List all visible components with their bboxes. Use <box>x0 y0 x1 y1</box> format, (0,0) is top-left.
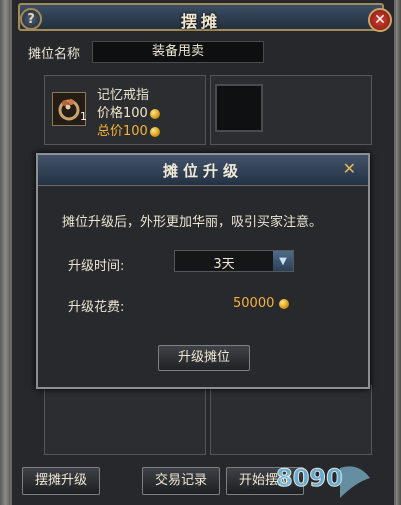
upgrade-cost: 50000 <box>233 296 290 311</box>
stall-name-field[interactable]: 装备甩卖 <box>92 41 264 63</box>
item-count: 1 <box>80 110 87 123</box>
trade-log-button[interactable]: 交易记录 <box>142 467 220 495</box>
item-slot-4[interactable] <box>210 385 372 455</box>
dialog-description: 摊位升级后，外形更加华丽，吸引买家注意。 <box>62 215 323 230</box>
title-bar: 摆摊 <box>18 3 384 31</box>
coin-icon <box>149 126 160 137</box>
upgrade-time-value: 3天 <box>213 257 235 272</box>
item-name: 记忆戒指 <box>97 88 150 103</box>
chevron-down-icon[interactable]: ▼ <box>273 251 293 271</box>
site-watermark-logo: 8090 <box>270 456 390 500</box>
dialog-title-bar: 摊位升级 ✕ <box>38 155 368 186</box>
item-price: 价格100 <box>97 102 160 121</box>
close-button[interactable]: ✕ <box>368 8 392 32</box>
item-total-price: 总价100 <box>97 120 160 139</box>
stall-upgrade-dialog: 摊位升级 ✕ 摊位升级后，外形更加华丽，吸引买家注意。 升级时间: 3天 ▼ 升… <box>36 153 370 389</box>
upgrade-cost-label: 升级花费: <box>68 300 125 315</box>
upgrade-stall-button[interactable]: 升级摊位 <box>158 345 250 371</box>
coin-icon <box>149 108 160 119</box>
upgrade-time-label: 升级时间: <box>68 259 125 274</box>
coin-icon <box>279 298 290 309</box>
stall-name-label: 摊位名称 <box>28 47 81 62</box>
help-button[interactable]: ? <box>20 8 42 30</box>
empty-slot-box[interactable] <box>215 84 263 132</box>
dialog-title: 摊位升级 <box>162 162 243 180</box>
stall-upgrade-button[interactable]: 摆摊升级 <box>22 467 100 495</box>
item-total-text: 总价100 <box>97 124 148 139</box>
upgrade-cost-value: 50000 <box>233 296 275 311</box>
dialog-close-icon[interactable]: ✕ <box>343 159 356 178</box>
item-slot-3[interactable] <box>44 385 206 455</box>
upgrade-time-select[interactable]: 3天 ▼ <box>174 250 294 272</box>
svg-text:8090: 8090 <box>276 464 343 492</box>
item-price-text: 价格100 <box>97 106 148 121</box>
window-title: 摆摊 <box>180 12 221 31</box>
